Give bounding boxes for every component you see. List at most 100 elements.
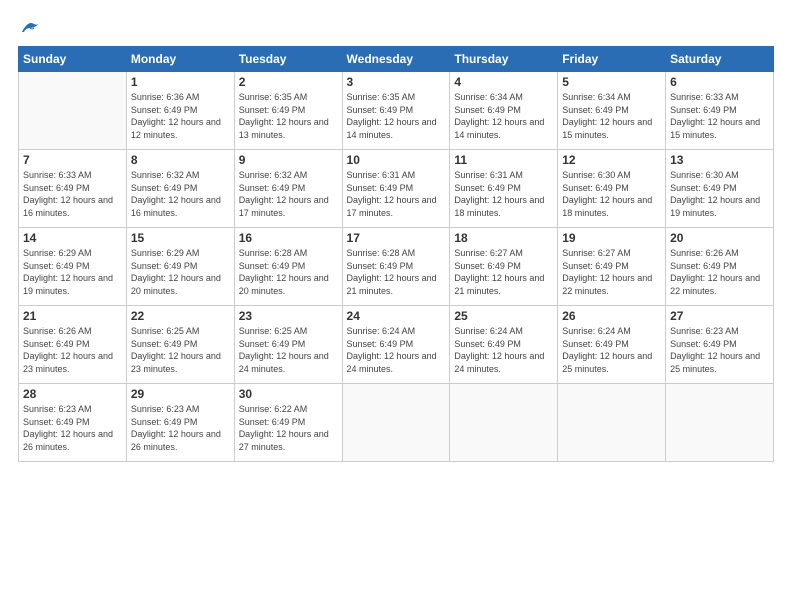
day-info: Sunrise: 6:27 AM Sunset: 6:49 PM Dayligh…	[454, 247, 553, 297]
day-info: Sunrise: 6:24 AM Sunset: 6:49 PM Dayligh…	[347, 325, 446, 375]
day-info: Sunrise: 6:23 AM Sunset: 6:49 PM Dayligh…	[131, 403, 230, 453]
calendar-cell: 5 Sunrise: 6:34 AM Sunset: 6:49 PM Daylig…	[558, 72, 666, 150]
day-number: 4	[454, 75, 553, 89]
calendar-cell: 10 Sunrise: 6:31 AM Sunset: 6:49 PM Dayli…	[342, 150, 450, 228]
calendar-cell: 8 Sunrise: 6:32 AM Sunset: 6:49 PM Daylig…	[126, 150, 234, 228]
header-thursday: Thursday	[450, 47, 558, 72]
week-row-1: 7 Sunrise: 6:33 AM Sunset: 6:49 PM Daylig…	[19, 150, 774, 228]
calendar-cell	[19, 72, 127, 150]
calendar-cell: 7 Sunrise: 6:33 AM Sunset: 6:49 PM Daylig…	[19, 150, 127, 228]
day-info: Sunrise: 6:24 AM Sunset: 6:49 PM Dayligh…	[562, 325, 661, 375]
logo-text	[18, 18, 42, 36]
day-info: Sunrise: 6:26 AM Sunset: 6:49 PM Dayligh…	[23, 325, 122, 375]
day-number: 11	[454, 153, 553, 167]
day-number: 24	[347, 309, 446, 323]
calendar-cell	[558, 384, 666, 462]
day-info: Sunrise: 6:31 AM Sunset: 6:49 PM Dayligh…	[347, 169, 446, 219]
day-info: Sunrise: 6:34 AM Sunset: 6:49 PM Dayligh…	[454, 91, 553, 141]
day-number: 10	[347, 153, 446, 167]
calendar-cell: 17 Sunrise: 6:28 AM Sunset: 6:49 PM Dayli…	[342, 228, 450, 306]
logo-bird-icon	[20, 18, 42, 36]
day-info: Sunrise: 6:36 AM Sunset: 6:49 PM Dayligh…	[131, 91, 230, 141]
calendar-cell: 24 Sunrise: 6:24 AM Sunset: 6:49 PM Dayli…	[342, 306, 450, 384]
calendar-cell: 20 Sunrise: 6:26 AM Sunset: 6:49 PM Dayli…	[666, 228, 774, 306]
calendar-cell: 13 Sunrise: 6:30 AM Sunset: 6:49 PM Dayli…	[666, 150, 774, 228]
calendar-cell: 9Sunrise: 6:32 AM Sunset: 6:49 PM Daylig…	[234, 150, 342, 228]
day-info: Sunrise: 6:23 AM Sunset: 6:49 PM Dayligh…	[23, 403, 122, 453]
day-info: Sunrise: 6:26 AM Sunset: 6:49 PM Dayligh…	[670, 247, 769, 297]
day-number: 3	[347, 75, 446, 89]
day-number: 20	[670, 231, 769, 245]
day-number: 1	[131, 75, 230, 89]
day-info: Sunrise: 6:33 AM Sunset: 6:49 PM Dayligh…	[23, 169, 122, 219]
week-row-4: 28 Sunrise: 6:23 AM Sunset: 6:49 PM Dayli…	[19, 384, 774, 462]
day-info: Sunrise: 6:34 AM Sunset: 6:49 PM Dayligh…	[562, 91, 661, 141]
week-row-3: 21Sunrise: 6:26 AM Sunset: 6:49 PM Dayli…	[19, 306, 774, 384]
calendar-cell	[342, 384, 450, 462]
day-info: Sunrise: 6:28 AM Sunset: 6:49 PM Dayligh…	[347, 247, 446, 297]
day-info: Sunrise: 6:33 AM Sunset: 6:49 PM Dayligh…	[670, 91, 769, 141]
week-row-0: 1 Sunrise: 6:36 AM Sunset: 6:49 PM Daylig…	[19, 72, 774, 150]
day-number: 23	[239, 309, 338, 323]
day-number: 2	[239, 75, 338, 89]
day-number: 13	[670, 153, 769, 167]
day-number: 29	[131, 387, 230, 401]
day-number: 15	[131, 231, 230, 245]
day-number: 26	[562, 309, 661, 323]
day-info: Sunrise: 6:32 AM Sunset: 6:49 PM Dayligh…	[239, 169, 338, 219]
calendar-cell	[450, 384, 558, 462]
header-saturday: Saturday	[666, 47, 774, 72]
calendar-cell: 4 Sunrise: 6:34 AM Sunset: 6:49 PM Daylig…	[450, 72, 558, 150]
calendar-cell: 15 Sunrise: 6:29 AM Sunset: 6:49 PM Dayli…	[126, 228, 234, 306]
header-tuesday: Tuesday	[234, 47, 342, 72]
calendar-table: SundayMondayTuesdayWednesdayThursdayFrid…	[18, 46, 774, 462]
day-info: Sunrise: 6:28 AM Sunset: 6:49 PM Dayligh…	[239, 247, 338, 297]
day-number: 7	[23, 153, 122, 167]
day-number: 25	[454, 309, 553, 323]
calendar-cell: 27Sunrise: 6:23 AM Sunset: 6:49 PM Dayli…	[666, 306, 774, 384]
calendar-cell: 23 Sunrise: 6:25 AM Sunset: 6:49 PM Dayli…	[234, 306, 342, 384]
calendar-cell: 22 Sunrise: 6:25 AM Sunset: 6:49 PM Dayli…	[126, 306, 234, 384]
day-info: Sunrise: 6:31 AM Sunset: 6:49 PM Dayligh…	[454, 169, 553, 219]
header-sunday: Sunday	[19, 47, 127, 72]
day-info: Sunrise: 6:35 AM Sunset: 6:49 PM Dayligh…	[239, 91, 338, 141]
day-number: 8	[131, 153, 230, 167]
calendar-header-row: SundayMondayTuesdayWednesdayThursdayFrid…	[19, 47, 774, 72]
calendar-cell: 28 Sunrise: 6:23 AM Sunset: 6:49 PM Dayli…	[19, 384, 127, 462]
calendar-cell: 14 Sunrise: 6:29 AM Sunset: 6:49 PM Dayli…	[19, 228, 127, 306]
day-info: Sunrise: 6:24 AM Sunset: 6:49 PM Dayligh…	[454, 325, 553, 375]
calendar-cell: 26 Sunrise: 6:24 AM Sunset: 6:49 PM Dayli…	[558, 306, 666, 384]
day-info: Sunrise: 6:23 AM Sunset: 6:49 PM Dayligh…	[670, 325, 769, 375]
day-info: Sunrise: 6:29 AM Sunset: 6:49 PM Dayligh…	[131, 247, 230, 297]
page: SundayMondayTuesdayWednesdayThursdayFrid…	[0, 0, 792, 612]
day-info: Sunrise: 6:25 AM Sunset: 6:49 PM Dayligh…	[239, 325, 338, 375]
calendar-cell	[666, 384, 774, 462]
day-number: 22	[131, 309, 230, 323]
calendar-cell: 1 Sunrise: 6:36 AM Sunset: 6:49 PM Daylig…	[126, 72, 234, 150]
day-number: 5	[562, 75, 661, 89]
logo	[18, 18, 42, 36]
calendar-cell: 18 Sunrise: 6:27 AM Sunset: 6:49 PM Dayli…	[450, 228, 558, 306]
day-info: Sunrise: 6:35 AM Sunset: 6:49 PM Dayligh…	[347, 91, 446, 141]
calendar-cell: 30Sunrise: 6:22 AM Sunset: 6:49 PM Dayli…	[234, 384, 342, 462]
day-info: Sunrise: 6:30 AM Sunset: 6:49 PM Dayligh…	[670, 169, 769, 219]
day-number: 14	[23, 231, 122, 245]
calendar-cell: 12Sunrise: 6:30 AM Sunset: 6:49 PM Dayli…	[558, 150, 666, 228]
day-number: 16	[239, 231, 338, 245]
day-number: 18	[454, 231, 553, 245]
day-info: Sunrise: 6:30 AM Sunset: 6:49 PM Dayligh…	[562, 169, 661, 219]
day-number: 17	[347, 231, 446, 245]
calendar-cell: 3 Sunrise: 6:35 AM Sunset: 6:49 PM Daylig…	[342, 72, 450, 150]
header-wednesday: Wednesday	[342, 47, 450, 72]
day-info: Sunrise: 6:32 AM Sunset: 6:49 PM Dayligh…	[131, 169, 230, 219]
calendar-cell: 29 Sunrise: 6:23 AM Sunset: 6:49 PM Dayli…	[126, 384, 234, 462]
calendar-cell: 6Sunrise: 6:33 AM Sunset: 6:49 PM Daylig…	[666, 72, 774, 150]
day-number: 19	[562, 231, 661, 245]
header-monday: Monday	[126, 47, 234, 72]
day-info: Sunrise: 6:27 AM Sunset: 6:49 PM Dayligh…	[562, 247, 661, 297]
day-info: Sunrise: 6:29 AM Sunset: 6:49 PM Dayligh…	[23, 247, 122, 297]
calendar-cell: 2 Sunrise: 6:35 AM Sunset: 6:49 PM Daylig…	[234, 72, 342, 150]
day-info: Sunrise: 6:25 AM Sunset: 6:49 PM Dayligh…	[131, 325, 230, 375]
calendar-cell: 21Sunrise: 6:26 AM Sunset: 6:49 PM Dayli…	[19, 306, 127, 384]
day-number: 28	[23, 387, 122, 401]
